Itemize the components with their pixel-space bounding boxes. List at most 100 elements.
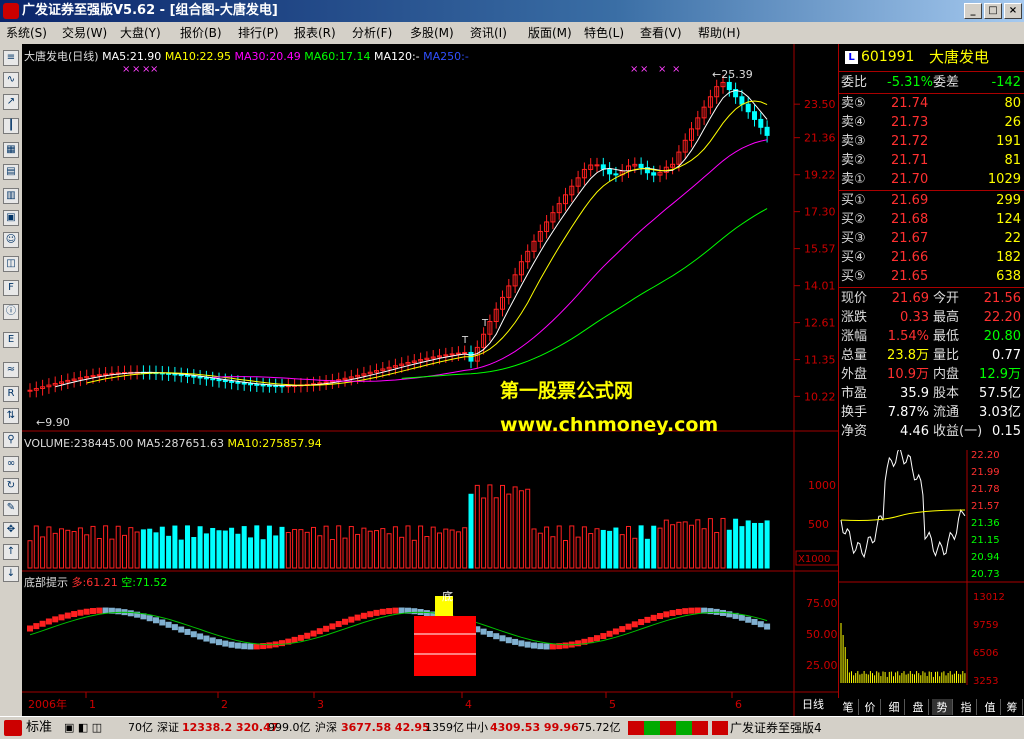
menu-rank[interactable]: 排行(P): [238, 22, 279, 44]
edit-icon[interactable]: ✎: [3, 500, 19, 516]
candle-body: [248, 383, 253, 386]
candle-body: [462, 351, 468, 354]
stock-list-icon[interactable]: ≡: [3, 50, 19, 66]
volume-bar: [254, 525, 260, 569]
candle-body: [266, 384, 272, 387]
stat-label: 现价: [841, 291, 868, 306]
level-icon: L: [845, 51, 858, 64]
news-icon[interactable]: ▣: [3, 210, 19, 226]
buy-row-volume: 182: [996, 250, 1021, 265]
stock-code: 601991: [861, 49, 915, 65]
indicator-block: [316, 628, 323, 635]
indicator-block: [146, 615, 153, 622]
line-chart-icon[interactable]: ∿: [3, 72, 19, 88]
menu-quote[interactable]: 报价(B): [180, 22, 222, 44]
indicator-block: [738, 614, 745, 621]
volume-label: VOLUME:238445.00: [24, 437, 134, 450]
indicator-block: [71, 611, 78, 618]
intraday-mini-chart[interactable]: 22.20 21.99 21.78 21.57 21.36 21.15 20.94 20.73…: [839, 450, 1024, 685]
minimize-button[interactable]: _: [964, 3, 982, 19]
menu-help[interactable]: 帮助(H): [698, 22, 740, 44]
indicator-block: [619, 626, 626, 633]
tab-shi[interactable]: 势: [932, 699, 953, 715]
indicator-block: [650, 614, 657, 621]
menu-layout[interactable]: 版面(M): [528, 22, 572, 44]
ma30-label: MA30:20.49: [234, 50, 301, 63]
indicator-block: [512, 638, 519, 645]
indicator-block: [379, 608, 386, 615]
search-icon[interactable]: ⚲: [3, 432, 19, 448]
stat-label: 涨幅: [841, 329, 868, 344]
menu-report[interactable]: 报表(R): [294, 22, 336, 44]
candle-body: [638, 163, 644, 169]
stat-value: 22.20: [983, 310, 1021, 325]
x-tick-label: 6: [735, 698, 742, 711]
tab-zhi[interactable]: 指: [956, 699, 977, 715]
sell-row: 卖② 21.71 81: [839, 151, 1024, 170]
menu-system[interactable]: 系统(S): [6, 22, 47, 44]
buy-row-volume: 22: [1004, 231, 1021, 246]
stat-value: 35.9: [900, 386, 929, 401]
menu-view[interactable]: 查看(V): [640, 22, 682, 44]
tab-jia[interactable]: 价: [860, 699, 881, 715]
menu-analysis[interactable]: 分析(F): [352, 22, 392, 44]
sell-row-price: 21.71: [891, 153, 929, 168]
menu-feature[interactable]: 特色(L): [584, 22, 624, 44]
tab-pan[interactable]: 盘: [908, 699, 929, 715]
stock-name: 大唐发电: [929, 48, 990, 66]
maximize-button[interactable]: □: [984, 3, 1002, 19]
tab-bi[interactable]: 笔: [838, 699, 859, 715]
etf-icon[interactable]: E: [3, 332, 19, 348]
tab-chou[interactable]: 筹: [1002, 699, 1023, 715]
stat-value: 21.69: [891, 291, 929, 306]
indicator-block: [216, 639, 222, 646]
volume-bar: [279, 526, 285, 569]
menu-multi[interactable]: 多股(M): [410, 22, 454, 44]
rst-icon[interactable]: R: [3, 386, 19, 402]
table-icon[interactable]: ▦: [3, 142, 19, 158]
buy-row: 买③ 21.67 22: [839, 229, 1024, 248]
candle-body: [185, 374, 190, 377]
volume-bar: [241, 526, 247, 569]
chart-area[interactable]: 底 23.50 21.36 19.22 17.30 15.57 14.01 12.61 11.…: [22, 44, 839, 716]
y-tick-label: 12.61: [804, 317, 836, 330]
stat-label: 最低: [933, 329, 960, 344]
move-icon[interactable]: ✥: [3, 522, 19, 538]
x-axis-year: 2006年: [28, 697, 67, 711]
tab-xi[interactable]: 细: [884, 699, 905, 715]
menu-market[interactable]: 大盘(Y): [120, 22, 161, 44]
sort-icon[interactable]: ⇅: [3, 408, 19, 424]
status-window-icon[interactable]: ▣ ◧ ◫: [64, 717, 102, 739]
indicator-block: [304, 632, 311, 639]
signal-x-marker: ×: [672, 64, 680, 75]
info-icon[interactable]: ⓘ: [3, 304, 19, 320]
wave-icon[interactable]: ≈: [3, 362, 19, 378]
menu-trade[interactable]: 交易(W): [62, 22, 107, 44]
candle-body: [449, 353, 455, 356]
status-app-name[interactable]: 广发证券至强版4: [730, 717, 822, 739]
indicator-block: [159, 619, 166, 626]
refresh-icon[interactable]: ↻: [3, 478, 19, 494]
tab-zhi2[interactable]: 值: [980, 699, 1001, 715]
trend-icon[interactable]: ↗: [3, 94, 19, 110]
down-arrow-icon[interactable]: ↓: [3, 566, 19, 582]
users-icon[interactable]: ☺: [3, 232, 19, 248]
compare-icon[interactable]: ◫: [3, 256, 19, 272]
ma60-label: MA60:17.14: [304, 50, 371, 63]
candle-body: [260, 384, 266, 387]
status-std[interactable]: 标准: [26, 717, 52, 739]
indicator-block: [726, 611, 733, 618]
kline-icon[interactable]: ┃: [3, 118, 19, 134]
menu-info[interactable]: 资讯(I): [470, 22, 507, 44]
candle-body: [254, 383, 260, 386]
stat-value: 23.8万: [887, 348, 929, 363]
report-icon[interactable]: ▤: [3, 164, 19, 180]
up-arrow-icon[interactable]: ↑: [3, 544, 19, 560]
candle-body: [197, 376, 203, 379]
link-icon[interactable]: ∞: [3, 456, 19, 472]
f10-icon[interactable]: F: [3, 280, 19, 296]
grid-icon[interactable]: ▥: [3, 188, 19, 204]
close-button[interactable]: ×: [1004, 3, 1022, 19]
combined-chart[interactable]: 底 23.50 21.36 19.22 17.30 15.57 14.01 12.61 11.…: [22, 44, 839, 716]
status-logo-icon: [4, 720, 22, 736]
